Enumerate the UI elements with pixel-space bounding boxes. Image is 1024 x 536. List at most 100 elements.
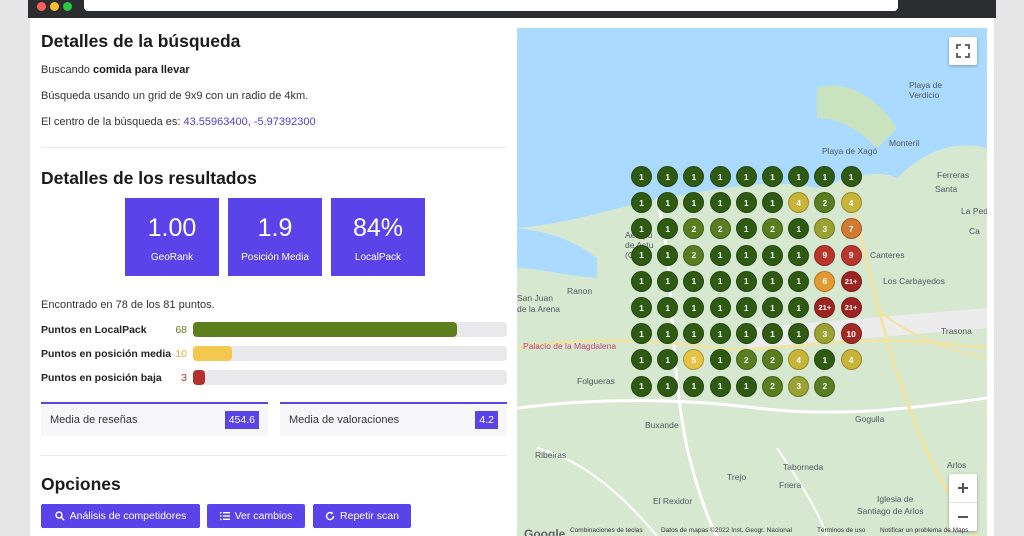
rank-marker[interactable]: 1 [735, 323, 757, 345]
search-icon [54, 511, 65, 521]
stat-value: 1.00 [147, 214, 197, 242]
rank-marker[interactable]: 4 [840, 192, 862, 214]
rank-marker[interactable]: 7 [840, 218, 862, 240]
rank-marker[interactable]: 1 [735, 270, 757, 292]
map-data-text: Datos de mapas ©2022 Inst. Geogr. Nacion… [661, 527, 792, 534]
rank-marker[interactable]: 9 [814, 244, 836, 266]
competitor-analysis-button[interactable]: Análisis de competidores [41, 504, 200, 528]
rank-marker[interactable]: 1 [762, 166, 783, 187]
bar-track [193, 322, 507, 337]
place-label: Gogulla [855, 414, 885, 424]
terms-link[interactable]: Términos de uso [817, 527, 865, 534]
place-label: Verdicio [909, 90, 940, 100]
place-label: El Rexidor [653, 496, 693, 506]
rank-marker[interactable]: 1 [709, 244, 731, 266]
place-label: Playa de [909, 80, 943, 90]
stat-label: Posición Media [241, 252, 309, 263]
rank-marker[interactable]: 1 [683, 375, 705, 397]
rank-marker[interactable]: 1 [762, 244, 783, 266]
place-label: Arlos [947, 460, 967, 470]
place-label: Ca [969, 226, 980, 236]
rank-marker[interactable]: 1 [735, 297, 757, 318]
search-query: comida para llevar [93, 64, 190, 76]
rank-marker[interactable]: 1 [631, 166, 652, 187]
found-text: Encontrado en 78 de los 81 puntos. [41, 299, 215, 311]
rank-marker[interactable]: 1 [631, 244, 652, 266]
place-label: Santa [935, 184, 958, 194]
rank-marker[interactable]: 2 [683, 244, 705, 266]
map-footer: Google Combinaciones de teclas Datos de … [517, 524, 987, 536]
rank-marker[interactable]: 1 [709, 349, 731, 371]
zoom-in-button[interactable] [949, 475, 977, 503]
button-label: Ver cambios [234, 510, 293, 522]
list-icon [219, 512, 230, 521]
rank-marker[interactable]: 1 [735, 166, 757, 187]
keyboard-shortcuts-link[interactable]: Combinaciones de teclas [570, 527, 643, 534]
rank-marker[interactable]: 1 [788, 244, 810, 266]
rank-marker[interactable]: 21+ [840, 297, 862, 318]
rank-marker[interactable]: 3 [788, 375, 810, 397]
rank-marker[interactable]: 1 [735, 375, 757, 397]
details-panel: Detalles de la búsqueda Buscando comida … [30, 18, 516, 536]
rank-marker[interactable]: 1 [709, 297, 731, 318]
rank-marker[interactable]: 2 [814, 375, 836, 397]
rank-marker[interactable]: 1 [709, 192, 731, 214]
metric-label: Media de reseñas [50, 414, 138, 426]
rank-marker[interactable]: 1 [657, 270, 679, 292]
rank-marker[interactable]: 2 [762, 375, 783, 397]
report-problem-link[interactable]: Notificar un problema de Maps [880, 527, 969, 534]
rank-grid-map[interactable]: Playa de Verdicio Playa de Xagó Monteril Fer… [517, 28, 987, 536]
bar-count: 10 [175, 348, 187, 360]
place-label: Trejo [727, 472, 747, 482]
address-bar[interactable] [84, 0, 898, 11]
center-coords-link[interactable]: 43.55963400, -5.97392300 [184, 116, 316, 128]
bar-label: Puntos en posición baja [41, 372, 162, 384]
rank-marker[interactable]: 1 [709, 270, 731, 292]
metric-ratings: Media de valoraciones 4.2 [280, 402, 507, 436]
close-window-icon[interactable] [37, 2, 46, 11]
rank-marker[interactable]: 2 [709, 218, 731, 240]
rank-marker[interactable]: 1 [631, 375, 652, 397]
rank-marker[interactable]: 1 [735, 192, 757, 214]
searching-prefix: Buscando [41, 64, 90, 76]
bar-count: 3 [181, 372, 187, 384]
rank-marker[interactable]: 1 [709, 375, 731, 397]
rank-marker[interactable]: 4 [840, 349, 862, 371]
rank-marker[interactable]: 1 [840, 166, 862, 187]
rank-marker[interactable]: 1 [762, 270, 783, 292]
button-label: Repetir scan [340, 510, 399, 522]
rank-marker[interactable]: 21+ [840, 270, 862, 292]
divider [41, 147, 507, 148]
rank-marker[interactable]: 1 [735, 244, 757, 266]
options-title: Opciones [41, 474, 121, 494]
stat-label: GeoRank [150, 252, 194, 263]
place-label: Buxande [645, 420, 679, 430]
rank-marker[interactable]: 10 [840, 323, 862, 345]
rank-marker[interactable]: 1 [631, 270, 652, 292]
place-label: Los Carbayedos [883, 276, 945, 286]
view-changes-button[interactable]: Ver cambios [207, 504, 305, 528]
minimize-window-icon[interactable] [50, 2, 59, 11]
stat-value: 84% [352, 214, 404, 242]
fullscreen-button[interactable] [949, 37, 977, 65]
repeat-scan-button[interactable]: Repetir scan [313, 504, 411, 528]
rank-marker[interactable]: 9 [840, 244, 862, 266]
stat-average-position: 1.9 Posición Media [228, 198, 322, 276]
rank-marker[interactable]: 1 [788, 270, 810, 292]
minus-icon [958, 515, 968, 518]
maximize-window-icon[interactable] [63, 2, 72, 11]
rank-marker[interactable]: 1 [709, 166, 731, 187]
bar-low-position: Puntos en posición baja 3 [41, 370, 507, 386]
metric-reviews: Media de reseñas 454.6 [41, 402, 268, 436]
place-label: Santiago de Arlos [857, 506, 924, 516]
rank-marker[interactable]: 1 [657, 375, 679, 397]
rank-marker[interactable]: 1 [657, 244, 679, 266]
bar-label: Puntos en LocalPack [41, 324, 147, 336]
bar-fill [193, 346, 232, 361]
rank-marker[interactable]: 1 [631, 297, 652, 318]
rank-marker[interactable]: 1 [709, 323, 731, 345]
bar-fill [193, 322, 457, 337]
bar-track [193, 370, 507, 385]
rank-marker[interactable]: 1 [762, 297, 783, 318]
place-label: Folgueras [577, 376, 615, 386]
